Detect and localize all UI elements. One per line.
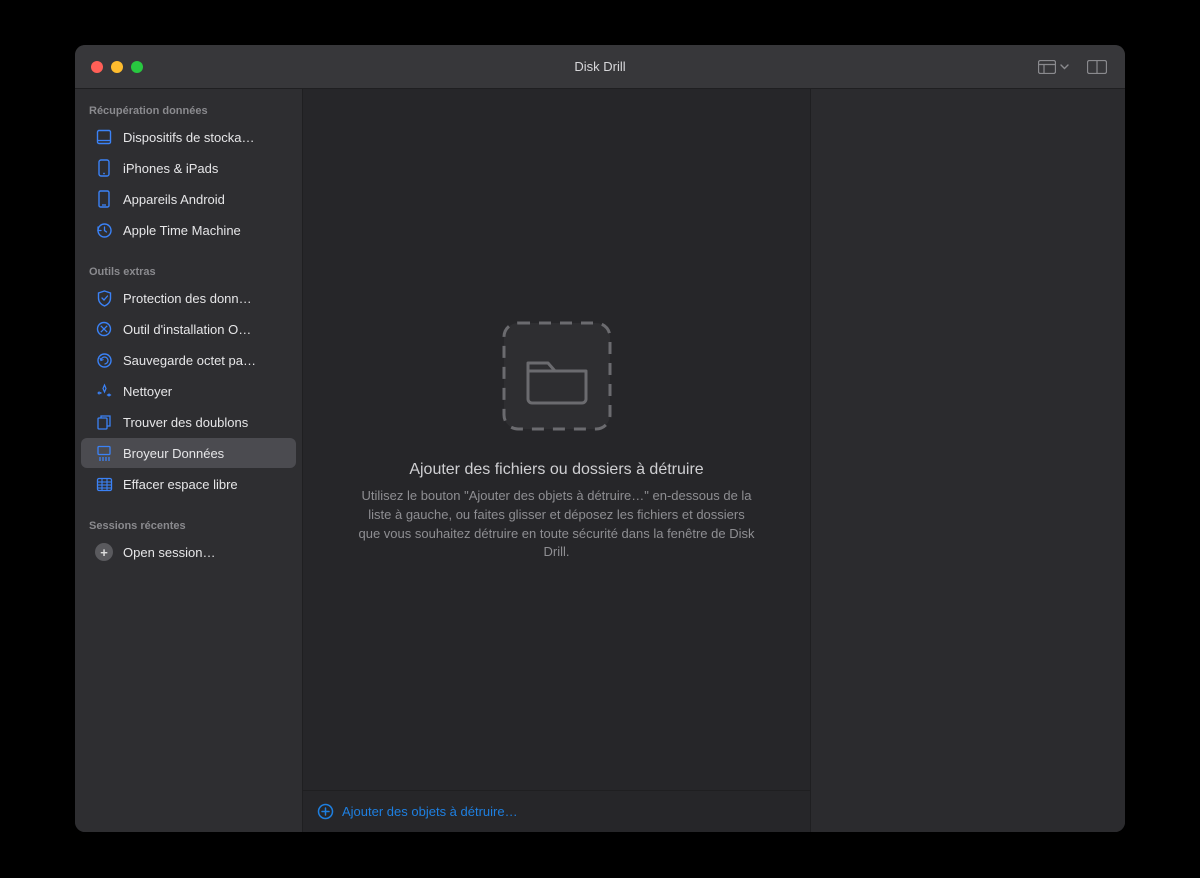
- sidebar-section-tools: Outils extras: [75, 260, 302, 282]
- plus-circle-icon: [317, 803, 334, 820]
- sidebar-item-label: Sauvegarde octet pa…: [123, 353, 286, 368]
- shredder-icon: [95, 444, 113, 462]
- main-area: Ajouter des fichiers ou dossiers à détru…: [303, 89, 1125, 832]
- sidebar-item-label: Dispositifs de stocka…: [123, 130, 286, 145]
- titlebar: Disk Drill: [75, 45, 1125, 89]
- sidebar-item-label: Trouver des doublons: [123, 415, 286, 430]
- sidebar-item-erase-free-space[interactable]: Effacer espace libre: [81, 469, 296, 499]
- erase-icon: [95, 475, 113, 493]
- sidebar-item-find-duplicates[interactable]: Trouver des doublons: [81, 407, 296, 437]
- drive-icon: [95, 128, 113, 146]
- sidebar-item-iphones-ipads[interactable]: iPhones & iPads: [81, 153, 296, 183]
- add-items-button[interactable]: Ajouter des objets à détruire…: [303, 790, 810, 832]
- sidebar-item-byte-backup[interactable]: Sauvegarde octet pa…: [81, 345, 296, 375]
- chevron-down-icon: [1060, 64, 1069, 70]
- sidebar-item-label: iPhones & iPads: [123, 161, 286, 176]
- close-button[interactable]: [91, 61, 103, 73]
- view-mode-dropdown[interactable]: [1038, 60, 1069, 74]
- center-pane: Ajouter des fichiers ou dossiers à détru…: [303, 89, 811, 832]
- zoom-button[interactable]: [131, 61, 143, 73]
- sidebar-item-android[interactable]: Appareils Android: [81, 184, 296, 214]
- sidebar-item-label: Appareils Android: [123, 192, 286, 207]
- iphone-icon: [95, 159, 113, 177]
- sidebar-item-data-shredder[interactable]: Broyeur Données: [81, 438, 296, 468]
- sidebar-item-label: Protection des donn…: [123, 291, 286, 306]
- window-title: Disk Drill: [75, 59, 1125, 74]
- backup-icon: [95, 351, 113, 369]
- sidebar-item-label: Broyeur Données: [123, 446, 286, 461]
- add-items-label: Ajouter des objets à détruire…: [342, 804, 518, 819]
- sidebar-item-label: Effacer espace libre: [123, 477, 286, 492]
- android-icon: [95, 190, 113, 208]
- installer-icon: [95, 320, 113, 338]
- grid-icon: [1038, 60, 1056, 74]
- duplicates-icon: [95, 413, 113, 431]
- drop-heading: Ajouter des fichiers ou dossiers à détru…: [409, 461, 703, 479]
- toolbar-right: [1038, 60, 1125, 74]
- sidebar-item-time-machine[interactable]: Apple Time Machine: [81, 215, 296, 245]
- sidebar-item-label: Outil d'installation O…: [123, 322, 286, 337]
- folder-dashed-icon: [498, 317, 616, 435]
- sidebar-item-label: Open session…: [123, 545, 286, 560]
- sidebar-item-open-session[interactable]: + Open session…: [81, 537, 296, 567]
- drop-area[interactable]: Ajouter des fichiers ou dossiers à détru…: [303, 89, 810, 790]
- sidebar-section-sessions: Sessions récentes: [75, 514, 302, 536]
- reader-button[interactable]: [1087, 60, 1107, 74]
- sidebar-section-recovery: Récupération données: [75, 99, 302, 121]
- traffic-lights: [75, 61, 143, 73]
- sidebar-item-label: Nettoyer: [123, 384, 286, 399]
- app-window: Disk Drill Récu: [75, 45, 1125, 832]
- content: Récupération données Dispositifs de stoc…: [75, 89, 1125, 832]
- clean-icon: [95, 382, 113, 400]
- timemachine-icon: [95, 221, 113, 239]
- shield-icon: [95, 289, 113, 307]
- minimize-button[interactable]: [111, 61, 123, 73]
- sidebar-item-os-installer[interactable]: Outil d'installation O…: [81, 314, 296, 344]
- right-pane: [811, 89, 1125, 832]
- sidebar: Récupération données Dispositifs de stoc…: [75, 89, 303, 832]
- plus-icon: +: [95, 543, 113, 561]
- sidebar-item-cleanup[interactable]: Nettoyer: [81, 376, 296, 406]
- book-icon: [1087, 60, 1107, 74]
- drop-subtext: Utilisez le bouton "Ajouter des objets à…: [357, 487, 757, 562]
- sidebar-item-label: Apple Time Machine: [123, 223, 286, 238]
- sidebar-item-data-protection[interactable]: Protection des donn…: [81, 283, 296, 313]
- sidebar-item-storage-devices[interactable]: Dispositifs de stocka…: [81, 122, 296, 152]
